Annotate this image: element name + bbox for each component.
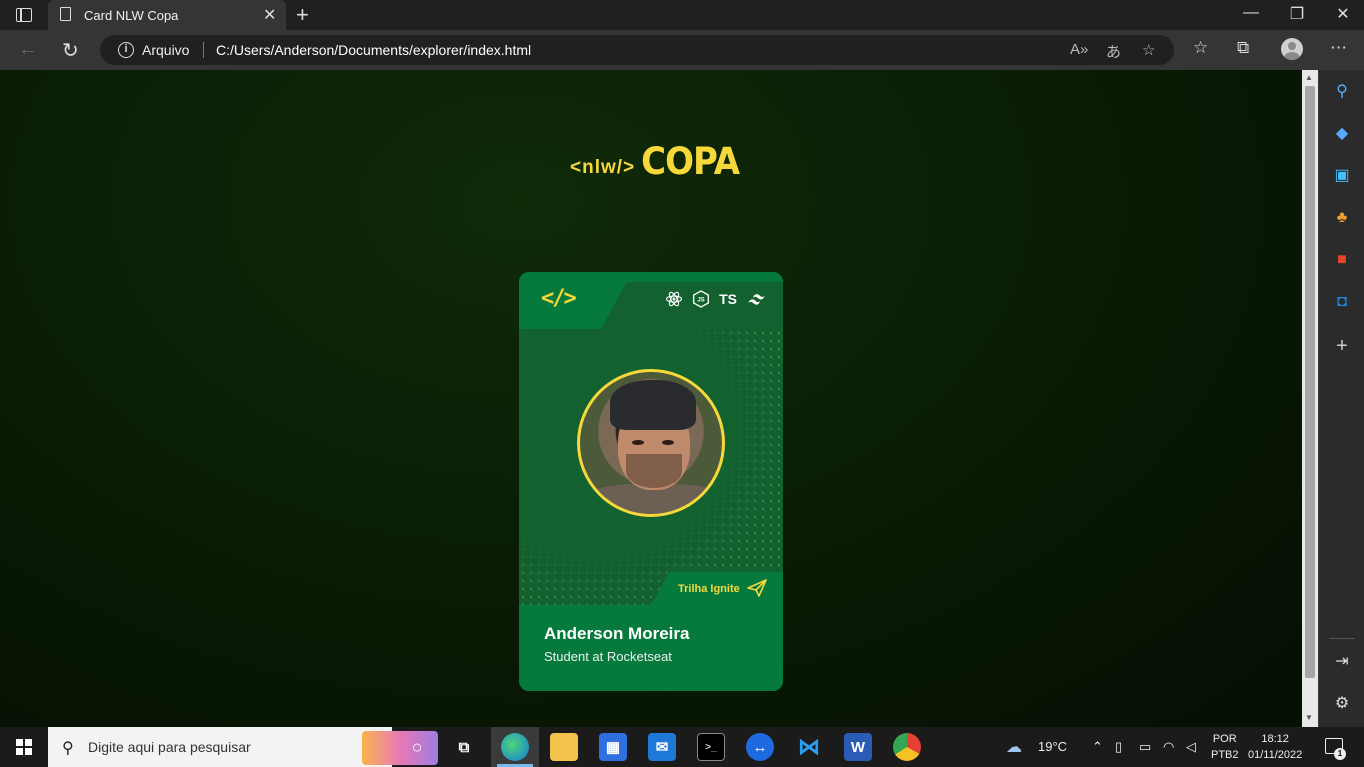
tab-actions-icon[interactable] — [16, 8, 32, 22]
page-viewport: <nlw/> COPA </> JS TS Trilha Ignite Ande… — [0, 70, 1302, 727]
vscode-icon[interactable]: ⋈ — [795, 733, 823, 761]
clock[interactable]: 18:12 01/11/2022 — [1248, 731, 1302, 763]
notification-count: 1 — [1334, 748, 1346, 760]
address-separator — [203, 42, 204, 58]
tech-icons: JS TS — [665, 290, 769, 308]
teamviewer-icon[interactable]: ↔ — [746, 733, 774, 761]
profile-card: </> JS TS Trilha Ignite Anderson Moreira… — [519, 272, 783, 691]
sidebar-shopping-icon[interactable]: ◆ — [1333, 125, 1351, 143]
keyboard-layout: PTB2 — [1211, 749, 1239, 761]
sidebar-divider — [1329, 638, 1355, 639]
file-explorer-icon[interactable] — [550, 733, 578, 761]
scroll-down-arrow[interactable]: ▼ — [1305, 713, 1313, 722]
task-view-icon[interactable]: ⧉ — [450, 733, 478, 761]
vertical-scrollbar[interactable]: ▲ ▼ — [1302, 70, 1318, 727]
profile-role: Student at Rocketseat — [544, 649, 672, 664]
language-indicator[interactable]: POR PTB2 — [1211, 731, 1239, 763]
sidebar-settings-icon[interactable]: ⚙ — [1333, 695, 1351, 713]
document-icon — [60, 7, 71, 21]
avatar-beard — [626, 454, 682, 488]
meet-now-icon[interactable]: ▯ — [1115, 739, 1122, 755]
weather-temperature[interactable]: 19°C — [1038, 739, 1067, 754]
minimize-button[interactable]: — — [1228, 4, 1274, 22]
profile-name: Anderson Moreira — [544, 624, 690, 643]
language-code: POR — [1212, 733, 1237, 745]
sidebar-games-icon[interactable]: ♣ — [1333, 209, 1351, 227]
avatar-eye-right — [662, 440, 674, 445]
sidebar-hide-icon[interactable]: ⇥ — [1333, 653, 1351, 671]
close-tab-icon[interactable]: ✕ — [263, 5, 276, 25]
windows-taskbar: ⚲ Digite aqui para pesquisar ○ ⧉ ▦ ✉ >_ … — [0, 727, 1364, 767]
terminal-icon[interactable]: >_ — [697, 733, 725, 761]
svg-text:JS: JS — [697, 298, 704, 304]
address-bar[interactable]: i Arquivo C:/Users/Anderson/Documents/ex… — [100, 35, 1174, 65]
read-aloud-icon[interactable]: A» — [1070, 41, 1088, 58]
store-icon[interactable]: ▦ — [599, 733, 627, 761]
add-favorite-icon[interactable]: ☆ — [1142, 41, 1155, 59]
react-icon — [666, 291, 683, 307]
sidebar-add-icon[interactable]: + — [1333, 336, 1351, 356]
avatar — [577, 369, 725, 517]
sidebar-search-icon[interactable]: ⚲ — [1333, 83, 1351, 101]
show-hidden-icons[interactable]: ⌃ — [1092, 739, 1103, 755]
avatar-eye-left — [632, 440, 644, 445]
favorites-icon[interactable]: ☆ — [1193, 38, 1208, 58]
chrome-icon[interactable] — [893, 733, 921, 761]
typescript-icon: TS — [719, 291, 737, 307]
trilha-label: Trilha Ignite — [678, 583, 740, 595]
navigation-bar: ← ↻ i Arquivo C:/Users/Anderson/Document… — [0, 30, 1364, 70]
network-icon[interactable]: ◠ — [1163, 739, 1174, 755]
taskbar-search[interactable]: ⚲ Digite aqui para pesquisar — [48, 727, 438, 767]
cortana-icon[interactable]: ○ — [403, 733, 431, 761]
collections-icon[interactable]: ⧉ — [1237, 38, 1249, 58]
browser-tab[interactable]: Card NLW Copa ✕ — [48, 0, 286, 30]
battery-icon[interactable]: ▭ — [1139, 739, 1151, 755]
search-icon: ⚲ — [62, 740, 74, 757]
new-tab-button[interactable]: + — [296, 2, 309, 28]
windows-start-icon[interactable] — [16, 739, 32, 755]
restore-button[interactable]: ❐ — [1274, 4, 1320, 24]
more-options-icon[interactable]: ⋯ — [1330, 38, 1347, 58]
avatar-hair — [610, 380, 696, 430]
card-footer — [519, 605, 783, 691]
paper-plane-icon — [747, 579, 767, 597]
address-prefix: Arquivo — [142, 42, 190, 58]
code-icon: </> — [541, 286, 577, 311]
info-icon[interactable]: i — [118, 42, 134, 58]
search-placeholder: Digite aqui para pesquisar — [88, 739, 251, 755]
clock-time: 18:12 — [1261, 733, 1289, 745]
scroll-up-arrow[interactable]: ▲ — [1305, 73, 1313, 82]
sidebar-outlook-icon[interactable]: ◘ — [1333, 293, 1351, 311]
mail-icon[interactable]: ✉ — [648, 733, 676, 761]
edge-sidebar: ⚲ ◆ ▣ ♣ ■ ◘ + ⇥ ⚙ — [1318, 70, 1364, 727]
edge-icon[interactable] — [501, 733, 529, 761]
weather-cloud-icon[interactable]: ☁ — [1006, 737, 1022, 757]
tailwind-icon — [748, 294, 765, 305]
clock-date: 01/11/2022 — [1248, 749, 1303, 761]
sidebar-tools-icon[interactable]: ▣ — [1333, 167, 1351, 185]
nodejs-icon: JS — [693, 290, 710, 308]
volume-icon[interactable]: ◁ — [1186, 739, 1196, 755]
back-icon[interactable]: ← — [18, 38, 38, 61]
nlw-copa-logo: <nlw/> COPA — [570, 140, 740, 184]
close-window-button[interactable]: ✕ — [1320, 4, 1364, 24]
translate-icon[interactable]: あ — [1106, 41, 1121, 62]
url-text[interactable]: C:/Users/Anderson/Documents/explorer/ind… — [216, 42, 531, 58]
tab-title: Card NLW Copa — [84, 8, 179, 23]
logo-word: COPA — [641, 140, 740, 184]
sidebar-office-icon[interactable]: ■ — [1333, 251, 1351, 269]
refresh-icon[interactable]: ↻ — [62, 38, 79, 63]
logo-tag: <nlw/> — [570, 157, 636, 178]
profile-avatar[interactable] — [1281, 38, 1303, 60]
title-bar: Card NLW Copa ✕ + — ❐ ✕ — [0, 0, 1364, 30]
word-icon[interactable]: W — [844, 733, 872, 761]
scroll-thumb[interactable] — [1305, 86, 1315, 678]
